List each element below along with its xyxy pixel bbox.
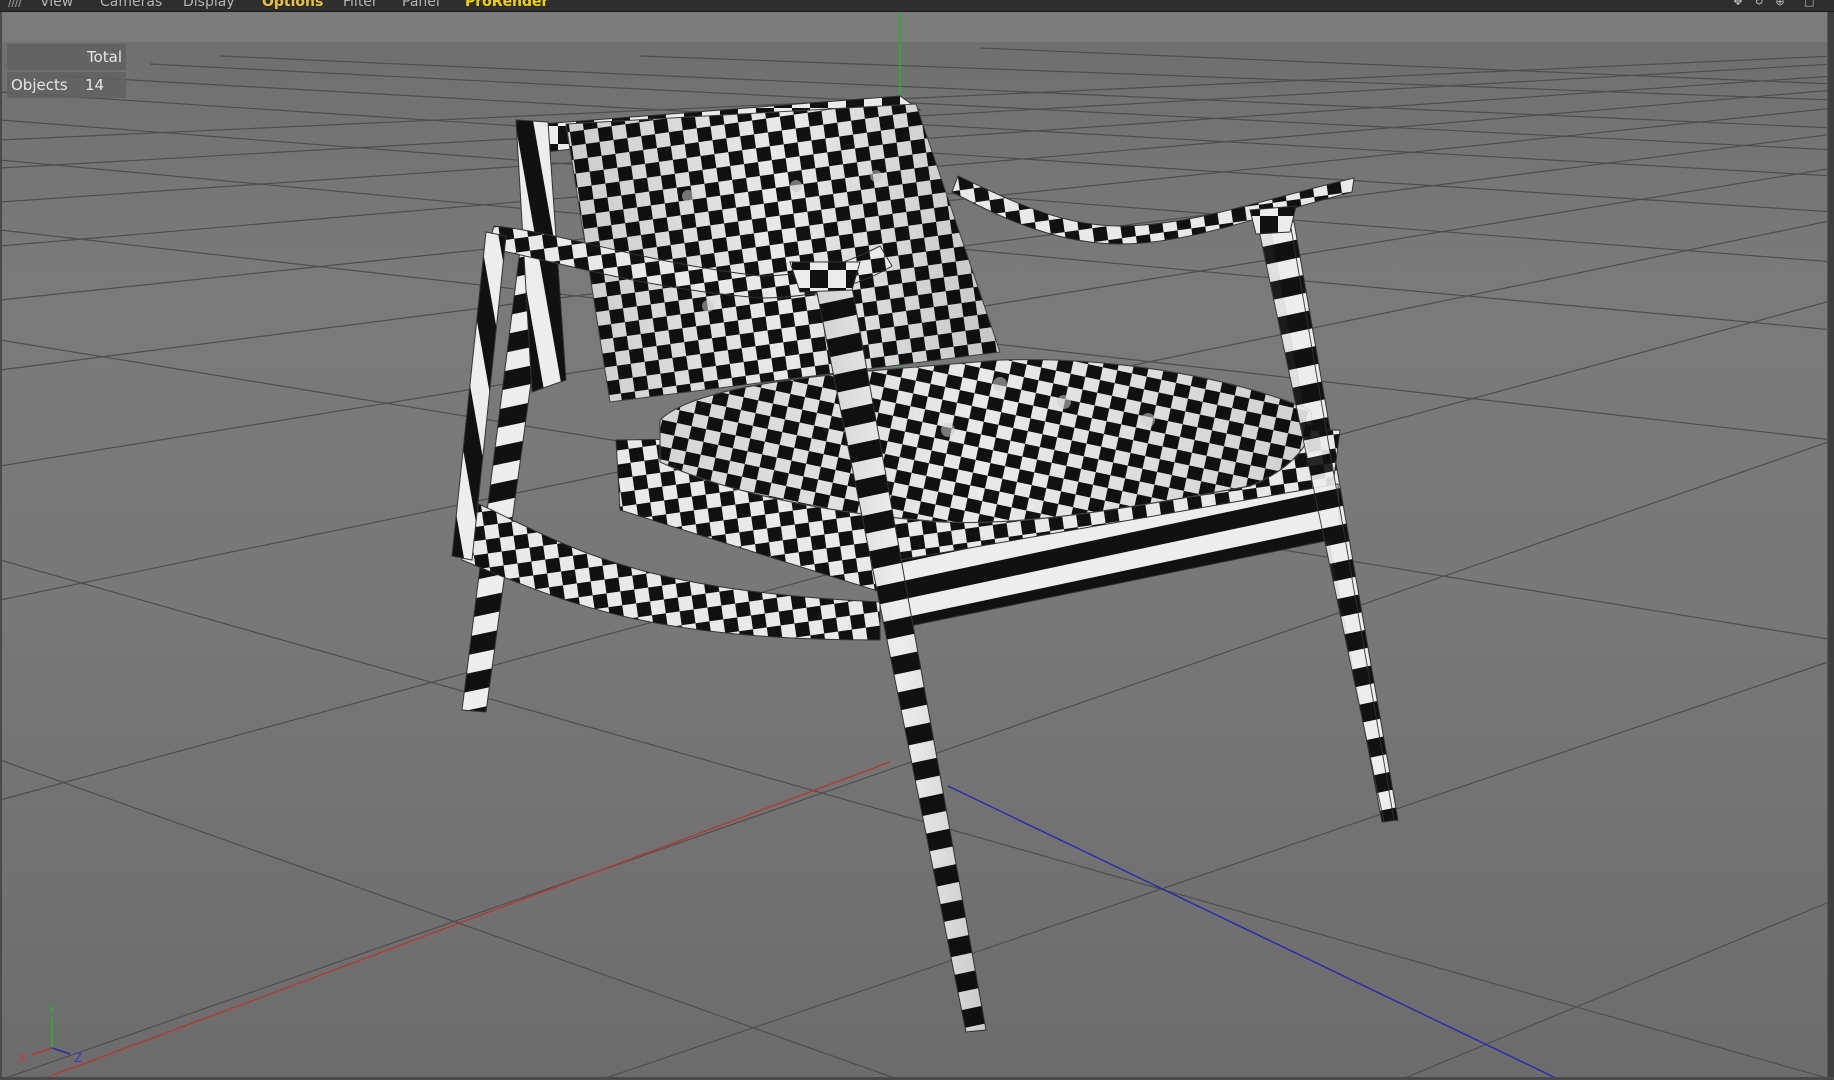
viewport-border-right — [1827, 12, 1834, 1080]
menu-cameras[interactable]: Cameras — [100, 0, 162, 10]
hud-header-row: Total — [7, 44, 126, 70]
cinema4d-app: //// View Cameras Display Options Filter… — [0, 0, 1834, 1080]
armchair-model[interactable] — [451, 95, 1399, 1033]
viewport-menubar: //// View Cameras Display Options Filter… — [0, 0, 1834, 12]
axis-gizmo: Y X Z — [18, 1003, 82, 1065]
menu-panel[interactable]: Panel — [402, 0, 440, 10]
horizon-band — [0, 12, 1834, 42]
maximize-view-icon[interactable]: □ — [1804, 0, 1814, 7]
gizmo-x-label: X — [18, 1051, 26, 1065]
menu-display[interactable]: Display — [183, 0, 235, 10]
menu-filter[interactable]: Filter — [343, 0, 378, 10]
gizmo-x-axis — [31, 1047, 53, 1056]
z-axis-line — [947, 785, 1561, 1080]
move-view-icon[interactable]: ✥ — [1733, 0, 1743, 7]
gizmo-y-label: Y — [47, 1003, 56, 1017]
gizmo-z-axis — [51, 1047, 71, 1055]
hud-total-header: Total — [86, 48, 122, 66]
viewport-scene — [0, 12, 1834, 1080]
menu-prorender[interactable]: ProRender — [465, 0, 548, 10]
hud-objects-value: 14 — [85, 76, 105, 94]
perspective-viewport[interactable] — [0, 12, 1834, 1080]
menu-view[interactable]: View — [40, 0, 73, 10]
hud-objects-label: Objects — [11, 76, 68, 94]
viewport-border-left — [0, 12, 2, 1080]
gizmo-z-label: Z — [74, 1051, 82, 1065]
rotate-view-icon[interactable]: ↻ — [1754, 0, 1764, 7]
menu-options[interactable]: Options — [262, 0, 323, 10]
scene-stats-hud: Total Objects 14 — [7, 44, 126, 100]
x-axis-line — [39, 761, 891, 1080]
drag-grip-icon[interactable]: //// — [8, 0, 22, 10]
hud-objects-row: Objects 14 — [7, 72, 126, 98]
zoom-view-icon[interactable]: ⊕ — [1775, 0, 1785, 7]
